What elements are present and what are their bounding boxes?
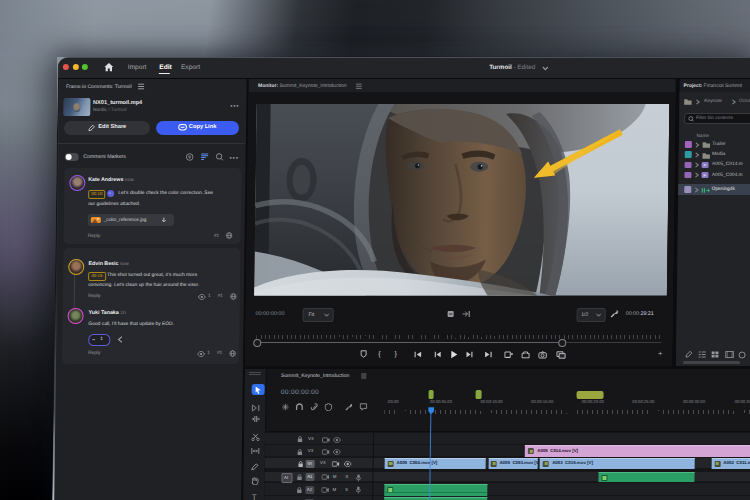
svg-text:T: T (251, 493, 256, 500)
